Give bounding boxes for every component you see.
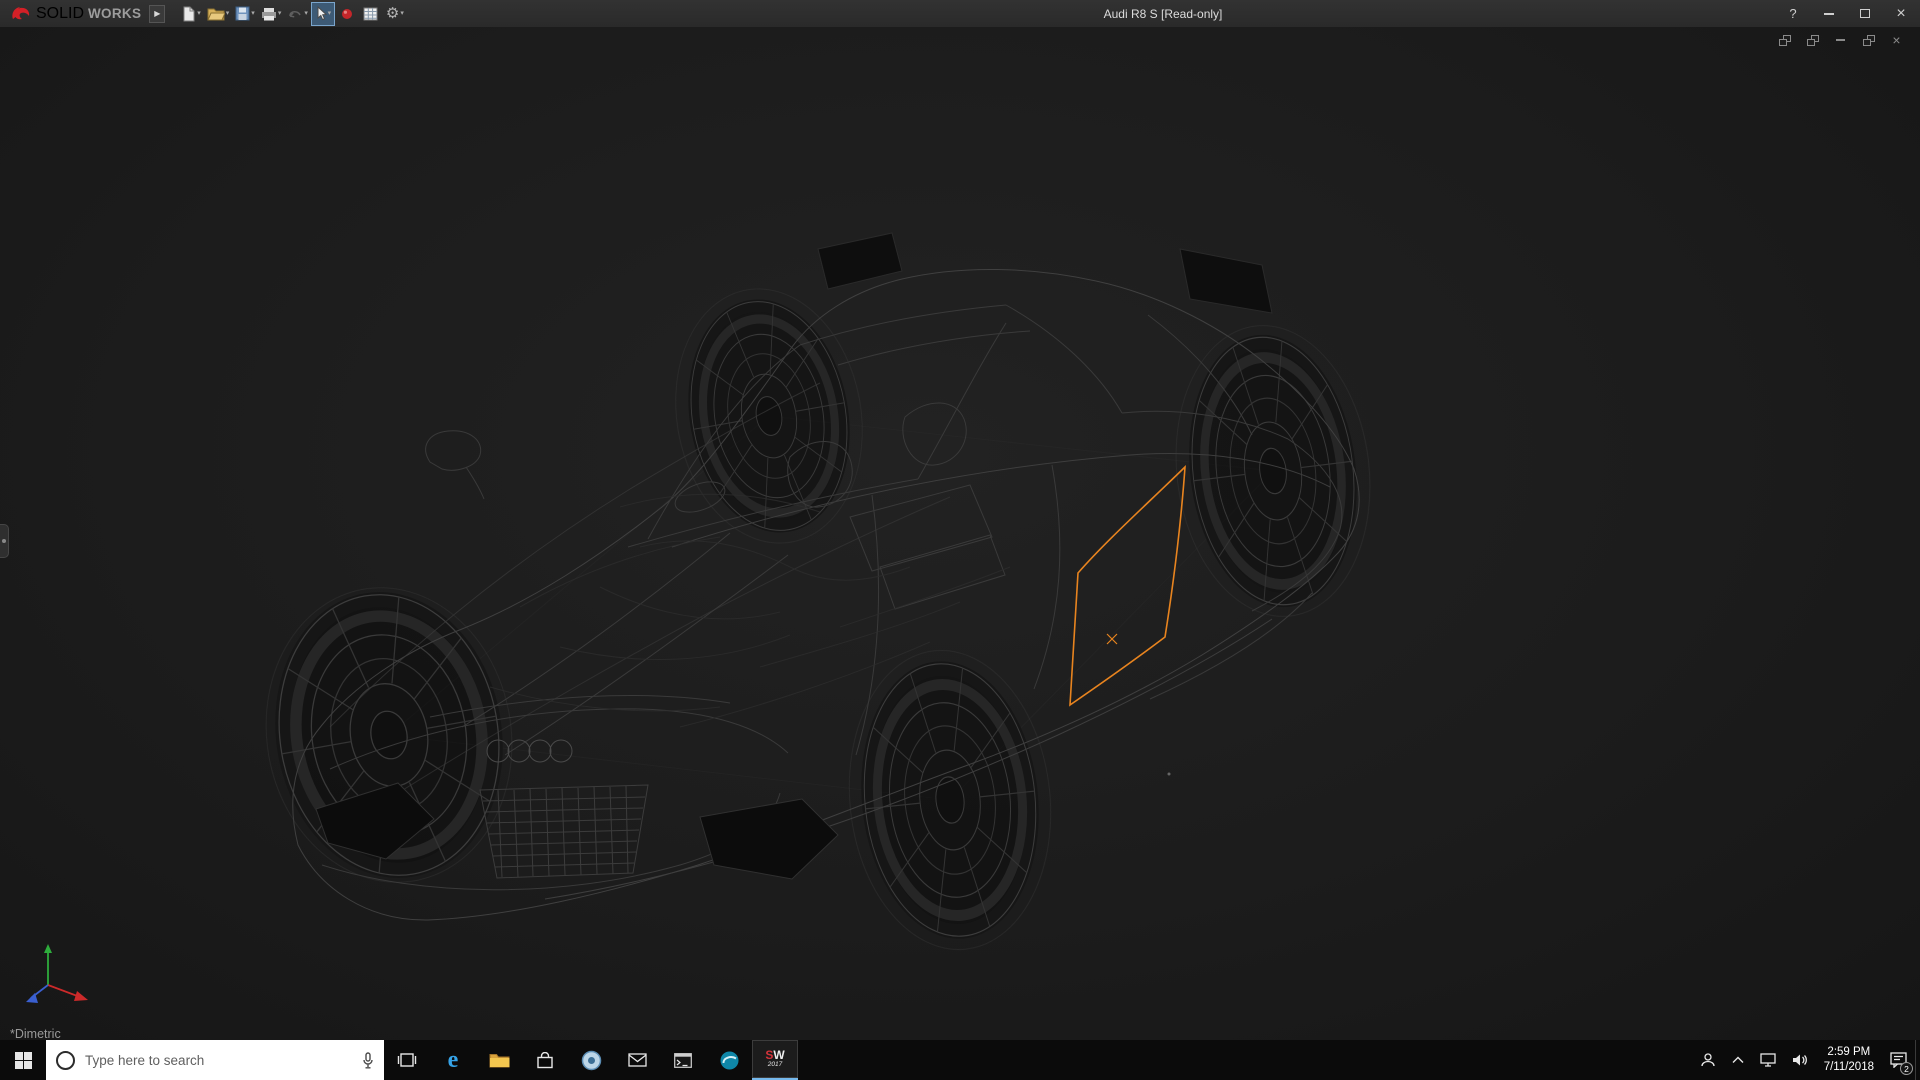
doc-tile-icon[interactable] (1805, 33, 1820, 47)
command-prompt-icon (674, 1052, 692, 1068)
brand-solid: SOLID (36, 4, 85, 22)
table-grid-icon (363, 7, 378, 20)
doc-close-button[interactable]: × (1889, 32, 1904, 48)
sheet-properties-button[interactable] (360, 3, 382, 25)
people-icon (1701, 1053, 1715, 1067)
edrawings-button[interactable] (706, 1040, 752, 1080)
new-document-icon (183, 6, 195, 21)
undo-button[interactable]: ▾ (285, 3, 310, 25)
save-button[interactable]: ▾ (233, 3, 257, 25)
select-dropdown-icon[interactable]: ▾ (328, 10, 332, 17)
network-icon (1760, 1053, 1776, 1067)
windows-taskbar: e (0, 1040, 1920, 1080)
taskbar-clock[interactable]: 2:59 PM 7/11/2018 (1816, 1045, 1882, 1075)
undo-dropdown-icon[interactable]: ▾ (304, 10, 308, 17)
network-button[interactable] (1752, 1040, 1784, 1080)
view-orientation-label: *Dimetric (10, 1027, 61, 1040)
brand-works: WORKS (88, 6, 142, 21)
car-body-lines (243, 232, 1386, 960)
microphone-icon[interactable] (362, 1051, 374, 1069)
doc-restore-button[interactable] (1861, 33, 1876, 47)
car-wireframe (26, 232, 1920, 1003)
quick-access-toolbar: ▾ ▾ ▾ ▾ ▾ ▾ ⚙ ▾ (179, 1, 406, 26)
doc-minimize-button[interactable] (1833, 33, 1848, 47)
help-button[interactable]: ? (1780, 4, 1806, 24)
notification-badge: 2 (1900, 1062, 1913, 1075)
windows-logo-icon (14, 1051, 32, 1069)
new-document-button[interactable]: ▾ (179, 3, 203, 25)
open-folder-icon (207, 8, 225, 20)
close-button[interactable]: × (1888, 4, 1914, 24)
system-tray: 2:59 PM 7/11/2018 2 (1692, 1040, 1920, 1080)
clock-time: 2:59 PM (1827, 1046, 1871, 1059)
volume-button[interactable] (1784, 1040, 1816, 1080)
task-view-button[interactable] (384, 1040, 430, 1080)
solidworks-logo-icon (12, 6, 30, 19)
tray-overflow-button[interactable] (1724, 1040, 1752, 1080)
edrawings-icon (720, 1051, 738, 1069)
solidworks-taskbar-button[interactable]: SW 2017 (752, 1040, 798, 1080)
front-grille (479, 784, 649, 879)
solidworks-logo: SOLID WORKS (0, 5, 149, 23)
speaker-icon (1792, 1054, 1807, 1066)
chevron-up-icon (1732, 1056, 1744, 1063)
print-icon (261, 7, 276, 20)
mail-button[interactable] (614, 1040, 660, 1080)
edge-button[interactable]: e (430, 1040, 476, 1080)
selected-face-highlight[interactable] (1069, 464, 1186, 707)
taskbar-search[interactable] (46, 1040, 384, 1080)
options-dropdown-icon[interactable]: ▾ (400, 10, 404, 17)
select-arrow-icon (317, 6, 327, 21)
print-dropdown-icon[interactable]: ▾ (278, 10, 282, 17)
clock-date: 7/11/2018 (1823, 1061, 1874, 1073)
doc-cascade-icon[interactable] (1777, 33, 1792, 47)
store-button[interactable] (522, 1040, 568, 1080)
document-window-controls: × (1777, 32, 1904, 48)
open-dropdown-icon[interactable]: ▾ (226, 10, 230, 17)
cortana-icon[interactable] (56, 1050, 75, 1070)
open-document-button[interactable]: ▾ (205, 3, 232, 25)
select-tool-button[interactable]: ▾ (310, 1, 335, 26)
mail-envelope-icon (627, 1053, 647, 1067)
print-button[interactable]: ▾ (259, 3, 284, 25)
minimize-button[interactable] (1816, 4, 1842, 24)
round-app-icon (581, 1050, 601, 1070)
menu-flyout-arrow[interactable]: ▶ (149, 4, 166, 23)
action-center-button[interactable]: 2 (1882, 1040, 1915, 1080)
save-floppy-icon (235, 6, 250, 21)
show-desktop-button[interactable] (1915, 1040, 1920, 1080)
red-sphere-icon (341, 8, 352, 19)
file-explorer-button[interactable] (476, 1040, 522, 1080)
edge-icon: e (447, 1047, 459, 1073)
gear-icon: ⚙ (385, 5, 400, 22)
document-title: Audi R8 S [Read-only] (1103, 6, 1223, 21)
undo-icon (289, 10, 302, 17)
window-controls: ? × (1780, 0, 1914, 27)
store-bag-icon (537, 1051, 553, 1068)
command-prompt-button[interactable] (660, 1040, 706, 1080)
people-button[interactable] (1692, 1040, 1724, 1080)
solidworks-app-icon: SW 2017 (765, 1048, 785, 1069)
folder-icon (489, 1054, 509, 1068)
search-input[interactable] (85, 1052, 352, 1068)
orientation-triad (26, 944, 88, 1003)
save-dropdown-icon[interactable]: ▾ (251, 10, 255, 17)
titlebar: SOLID WORKS ▶ ▾ ▾ ▾ ▾ ▾ ▾ ⚙ ▾ Audi R8 S … (0, 0, 1920, 27)
round-app-button[interactable] (568, 1040, 614, 1080)
feature-manager-collapse-tab[interactable] (0, 524, 9, 558)
solidworks-window: SOLID WORKS ▶ ▾ ▾ ▾ ▾ ▾ ▾ ⚙ ▾ Audi R8 S … (0, 0, 1920, 1080)
options-button[interactable]: ⚙ ▾ (384, 3, 406, 25)
maximize-button[interactable] (1852, 4, 1878, 24)
start-button[interactable] (0, 1040, 46, 1080)
graphics-viewport[interactable]: × *Dimetric (0, 27, 1920, 1040)
appearance-button[interactable] (336, 3, 358, 25)
task-view-icon (397, 1053, 417, 1067)
right-headlight (699, 798, 839, 880)
new-dropdown-icon[interactable]: ▾ (197, 10, 201, 17)
